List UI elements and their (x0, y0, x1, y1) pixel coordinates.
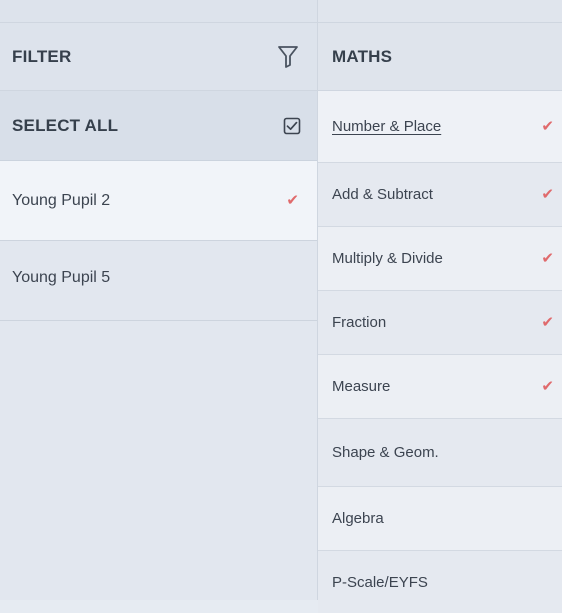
topic-label: P-Scale/EYFS (332, 573, 428, 591)
pupil-row-young-pupil-5[interactable]: Young Pupil 5 (0, 241, 317, 321)
check-mark-icon: ✔ (541, 118, 554, 135)
top-strip (0, 0, 317, 23)
topic-label: Measure (332, 378, 391, 395)
top-strip (318, 0, 562, 23)
filter-funnel-icon[interactable] (277, 45, 299, 69)
check-mark-icon: ✔ (541, 378, 554, 395)
maths-header: MATHS (318, 23, 562, 91)
maths-title: MATHS (332, 46, 393, 66)
topic-row-fraction[interactable]: Fraction ✔ (318, 291, 562, 355)
pupil-row-young-pupil-2[interactable]: Young Pupil 2 ✔ (0, 161, 317, 241)
check-mark-icon: ✔ (541, 186, 554, 203)
topic-label: Add & Subtract (332, 186, 433, 203)
topic-row-p-scale-eyfs[interactable]: P-Scale/EYFS (318, 551, 562, 613)
check-mark-icon: ✔ (286, 192, 299, 209)
topic-row-algebra[interactable]: Algebra (318, 487, 562, 551)
pupil-name: Young Pupil 2 (12, 191, 111, 209)
topic-row-measure[interactable]: Measure ✔ (318, 355, 562, 419)
topic-row-add-subtract[interactable]: Add & Subtract ✔ (318, 163, 562, 227)
filter-screen: FILTER SELECT ALL Young Pupil 2 ✔ Young … (0, 0, 562, 613)
checkbox-checked-icon[interactable] (283, 117, 301, 135)
check-mark-icon: ✔ (541, 250, 554, 267)
filter-title: FILTER (12, 46, 72, 66)
topic-label: Shape & Geom. (332, 444, 439, 461)
topic-label: Number & Place (332, 118, 442, 135)
topic-row-shape-geom[interactable]: Shape & Geom. (318, 419, 562, 487)
maths-topics-panel: MATHS Number & Place ✔ Add & Subtract ✔ … (317, 0, 562, 613)
topic-label: Fraction (332, 314, 387, 331)
select-all-label: SELECT ALL (12, 115, 119, 135)
topic-row-multiply-divide[interactable]: Multiply & Divide ✔ (318, 227, 562, 291)
check-mark-icon: ✔ (541, 314, 554, 331)
topic-label: Algebra (332, 510, 384, 527)
topic-label: Multiply & Divide (332, 250, 443, 267)
select-all-row[interactable]: SELECT ALL (0, 91, 317, 161)
pupil-name: Young Pupil 5 (12, 268, 111, 286)
filter-header: FILTER (0, 23, 317, 91)
pupil-filter-panel: FILTER SELECT ALL Young Pupil 2 ✔ Young … (0, 0, 317, 600)
topic-row-number-place[interactable]: Number & Place ✔ (318, 91, 562, 163)
